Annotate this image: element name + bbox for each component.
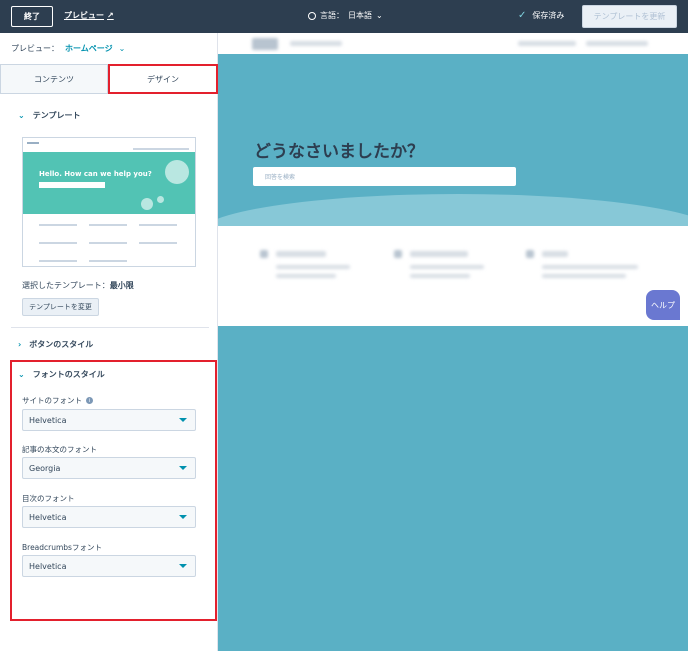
template-thumbnail[interactable]: Hello. How can we help you? <box>22 137 196 267</box>
preview-category-icon <box>394 250 402 258</box>
language-label: 言語： <box>320 11 344 20</box>
caret-down-icon <box>179 466 187 470</box>
top-bar: 終了 プレビュー ↗ 言語： 日本語 ⌄ ✓ 保存済み テンプレートを更新 <box>0 0 688 33</box>
toc-font-select[interactable]: Helvetica <box>22 506 196 528</box>
article-body-font-label: 記事の本文のフォント <box>22 444 97 455</box>
thumb-text-line <box>139 242 177 244</box>
caret-down-icon <box>179 515 187 519</box>
thumb-circle <box>141 198 153 210</box>
article-body-font-select[interactable]: Georgia <box>22 457 196 479</box>
exit-button[interactable]: 終了 <box>11 6 53 27</box>
site-font-select[interactable]: Helvetica <box>22 409 196 431</box>
thumb-hero-text: Hello. How can we help you? <box>39 170 152 178</box>
button-style-section-title: ボタンのスタイル <box>29 340 94 349</box>
info-icon[interactable]: i <box>86 397 93 404</box>
design-sidebar: プレビュー： ホームページ ⌄ コンテンツ デザイン ⌄ テンプレート Hell… <box>0 33 218 651</box>
saved-label: 保存済み <box>532 11 565 20</box>
external-link-icon: ↗ <box>107 11 114 20</box>
thumb-text-line <box>89 224 127 226</box>
preview-category-text <box>410 265 484 269</box>
article-body-font-label-text: 記事の本文のフォント <box>22 445 97 454</box>
toc-font-value: Helvetica <box>29 512 67 522</box>
divider <box>11 327 209 328</box>
chevron-right-icon: › <box>18 340 22 349</box>
sidebar-tabs: コンテンツ デザイン <box>0 64 218 94</box>
breadcrumbs-font-select[interactable]: Helvetica <box>22 555 196 577</box>
change-template-button[interactable]: テンプレートを変更 <box>22 298 99 316</box>
preview-search-input[interactable]: 回答を検索 <box>253 167 516 186</box>
article-body-font-value: Georgia <box>29 463 61 473</box>
thumb-circle <box>157 196 164 203</box>
preview-categories <box>218 226 688 326</box>
chevron-down-icon: ⌄ <box>376 11 383 20</box>
button-style-section-header[interactable]: › ボタンのスタイル <box>18 339 93 350</box>
preview-page-label: プレビュー： <box>11 44 59 53</box>
preview-logo <box>252 38 278 50</box>
tab-content[interactable]: コンテンツ <box>0 64 108 94</box>
preview-category-icon <box>526 250 534 258</box>
thumb-text-line <box>39 260 77 262</box>
site-font-label-text: サイトのフォント <box>22 396 82 405</box>
toc-font-label: 目次のフォント <box>22 493 75 504</box>
preview-category-text <box>542 274 626 278</box>
template-section-title: テンプレート <box>32 111 81 120</box>
preview-category-title <box>542 251 568 257</box>
thumb-text-line <box>89 260 127 262</box>
font-style-section-title: フォントのスタイル <box>32 370 105 379</box>
site-preview: どうなさいましたか？ 回答を検索 ヘルプ <box>218 33 688 651</box>
toc-font-label-text: 目次のフォント <box>22 494 75 503</box>
chevron-down-icon: ⌄ <box>18 111 25 120</box>
font-style-section-header[interactable]: ⌄ フォントのスタイル <box>18 369 105 380</box>
preview-site-name <box>290 41 342 46</box>
preview-page-value: ホームページ <box>65 44 113 53</box>
preview-nav-link <box>586 41 648 46</box>
breadcrumbs-font-value: Helvetica <box>29 561 67 571</box>
preview-hero-title: どうなさいましたか？ <box>254 142 424 162</box>
save-status: ✓ 保存済み <box>518 10 564 21</box>
preview-category-text <box>276 265 350 269</box>
preview-category-text <box>410 274 470 278</box>
chevron-down-icon: ⌄ <box>18 370 25 379</box>
help-button[interactable]: ヘルプ <box>646 290 680 320</box>
template-section-header[interactable]: ⌄ テンプレート <box>18 110 80 121</box>
site-font-label: サイトのフォント i <box>22 395 93 406</box>
preview-link[interactable]: プレビュー ↗ <box>64 10 114 21</box>
breadcrumbs-font-label: Breadcrumbsフォント <box>22 542 102 553</box>
thumb-logo <box>27 142 39 144</box>
preview-link-label: プレビュー <box>64 11 104 20</box>
preview-category-icon <box>260 250 268 258</box>
language-value: 日本語 <box>348 11 372 20</box>
site-font-value: Helvetica <box>29 415 67 425</box>
preview-category-text <box>542 265 638 269</box>
thumb-circle <box>165 160 189 184</box>
thumb-text-line <box>39 242 77 244</box>
thumb-nav <box>133 148 189 150</box>
thumb-text-line <box>89 242 127 244</box>
caret-down-icon <box>179 418 187 422</box>
preview-category-text <box>276 274 336 278</box>
checkmark-icon: ✓ <box>518 10 527 21</box>
caret-down-icon <box>179 564 187 568</box>
preview-nav-link <box>518 41 576 46</box>
chevron-down-icon: ⌄ <box>118 44 126 53</box>
language-selector[interactable]: 言語： 日本語 ⌄ <box>308 10 383 21</box>
thumb-search <box>39 182 105 188</box>
globe-icon <box>308 11 316 20</box>
thumb-text-line <box>139 224 177 226</box>
selected-template-value: 最小限 <box>109 281 134 290</box>
preview-page-selector[interactable]: プレビュー： ホームページ ⌄ <box>11 43 125 54</box>
tab-design[interactable]: デザイン <box>108 64 218 94</box>
preview-category-title <box>410 251 468 257</box>
preview-hero-wave <box>218 194 688 226</box>
breadcrumbs-font-label-text: Breadcrumbsフォント <box>22 543 102 552</box>
preview-header <box>218 33 688 54</box>
selected-template-label: 選択したテンプレート： <box>22 281 110 290</box>
thumb-text-line <box>39 224 77 226</box>
selected-template: 選択したテンプレート：最小限 <box>22 280 134 291</box>
update-template-button[interactable]: テンプレートを更新 <box>582 5 677 28</box>
preview-category-title <box>276 251 326 257</box>
